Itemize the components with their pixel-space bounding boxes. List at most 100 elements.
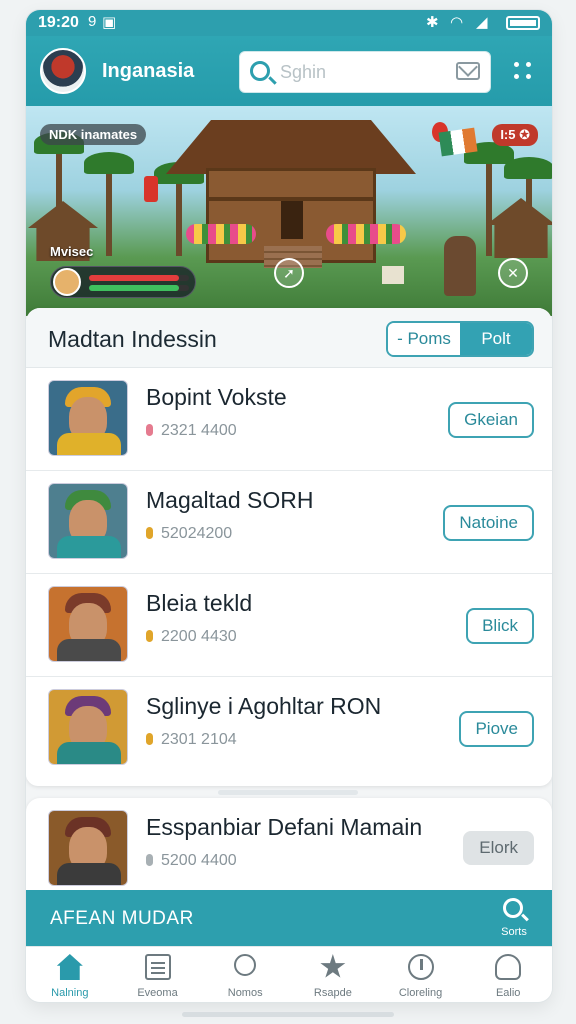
app-notification-icon: ▣ xyxy=(102,14,117,31)
house-roof xyxy=(166,120,416,174)
player-thumbnail xyxy=(48,483,128,559)
app-header: Inganasia xyxy=(26,36,552,116)
health-bar xyxy=(89,275,189,281)
flowers xyxy=(326,224,406,244)
status-bar: 19:20 9 ▣ ✱ ◠ ◢ xyxy=(26,10,552,36)
thumb-scarf xyxy=(57,433,121,455)
drop-icon xyxy=(146,630,153,642)
home-indicator xyxy=(182,1012,394,1017)
player-meta: 2200 4430 xyxy=(146,628,237,646)
drop-icon xyxy=(146,733,153,745)
statue xyxy=(444,236,476,296)
notification-icon: 9 xyxy=(88,13,97,30)
phone-frame: 19:20 9 ▣ ✱ ◠ ◢ Inganasia Sghin NDK inam… xyxy=(26,10,552,1002)
search-input[interactable] xyxy=(280,60,440,84)
hut xyxy=(486,198,552,258)
drop-icon xyxy=(146,854,153,866)
energy-fill xyxy=(89,285,179,291)
nav-label: Nomos xyxy=(227,987,263,999)
list-item[interactable]: Sglinye i Agohltar RON 2301 2104 Piove xyxy=(26,677,552,780)
search-icon[interactable] xyxy=(250,61,270,81)
game-banner[interactable]: NDK inamates I:5 ✪ Mvisec ➚ ✕ xyxy=(26,106,552,316)
player-name: Sglinye i Agohltar RON xyxy=(146,693,382,719)
nav-label: Rsapde xyxy=(313,987,352,999)
palm-tree xyxy=(154,162,204,256)
player-thumbnail xyxy=(48,689,128,765)
thumb-scarf xyxy=(57,863,121,885)
drop-icon xyxy=(146,424,153,436)
player-status xyxy=(50,266,196,298)
player-name: Bopint Vokste xyxy=(146,384,287,410)
search-icon xyxy=(503,898,523,918)
battery-icon xyxy=(506,16,540,30)
nav-item-nalning[interactable]: Nalning xyxy=(26,947,114,1002)
drag-handle[interactable] xyxy=(218,790,358,795)
player-meta: 5200 4400 xyxy=(146,852,237,870)
drop-icon xyxy=(146,527,153,539)
player-name: Esspanbiar Defani Mamain xyxy=(146,814,423,840)
avatar[interactable] xyxy=(40,48,86,94)
lantern xyxy=(144,176,158,202)
card-header: Madtan Indessin - Poms Polt xyxy=(26,308,552,368)
menu-dots-icon[interactable] xyxy=(512,60,534,82)
banner-tag: NDK inamates xyxy=(40,124,147,145)
player-thumbnail xyxy=(48,380,128,456)
row-action-button-disabled[interactable]: Elork xyxy=(463,831,534,865)
list-item[interactable]: Bleia tekld 2200 4430 Blick xyxy=(26,574,552,677)
row-action-button[interactable]: Blick xyxy=(466,608,534,644)
health-fill xyxy=(89,275,179,281)
promo-text: AFEAN MUDAR xyxy=(50,908,194,929)
player-name: Bleia tekld xyxy=(146,590,253,616)
row-action-button[interactable]: Natoine xyxy=(443,505,534,541)
view-toggle[interactable]: - Poms Polt xyxy=(386,321,534,357)
thumb-scarf xyxy=(57,742,121,764)
player-name: Magaltad SORH xyxy=(146,487,314,513)
energy-bar xyxy=(89,285,189,291)
thumb-scarf xyxy=(57,639,121,661)
nav-label: Cloreling xyxy=(398,987,443,999)
bottom-nav: Nalning Eveoma Nomos Rsapde Cloreling Ea… xyxy=(26,946,552,1002)
player-meta: 52024200 xyxy=(146,525,232,543)
star-icon xyxy=(320,954,346,978)
toggle-option-poms[interactable]: - Poms xyxy=(388,323,460,355)
row-action-button[interactable]: Piove xyxy=(459,711,534,747)
home-icon xyxy=(56,954,83,980)
promo-search-label: Sorts xyxy=(501,926,527,938)
app-title: Inganasia xyxy=(102,60,195,82)
player-meta: 2301 2104 xyxy=(146,731,237,749)
flowers xyxy=(186,224,256,244)
player-avatar xyxy=(53,268,81,296)
player-meta: 2321 4400 xyxy=(146,422,237,440)
list-item[interactable]: Magaltad SORH 52024200 Natoine xyxy=(26,471,552,574)
search-icon xyxy=(234,954,257,976)
toggle-option-polt[interactable]: Polt xyxy=(460,323,532,355)
banner-badge[interactable]: I:5 ✪ xyxy=(492,124,538,146)
mail-icon[interactable] xyxy=(456,62,480,80)
bluetooth-icon: ✱ xyxy=(426,14,439,31)
search-bar[interactable] xyxy=(239,51,491,93)
palm-tree xyxy=(84,152,134,256)
nav-item-ealio[interactable]: Ealio xyxy=(464,947,552,1002)
sign xyxy=(382,266,404,284)
list-item[interactable]: Bopint Vokste 2321 4400 Gkeian xyxy=(26,368,552,471)
promo-bar[interactable]: AFEAN MUDAR Sorts xyxy=(26,890,552,946)
row-action-button[interactable]: Gkeian xyxy=(448,402,534,438)
close-icon[interactable]: ✕ xyxy=(498,258,528,288)
nav-item-nomos[interactable]: Nomos xyxy=(201,947,289,1002)
flag xyxy=(438,127,478,157)
player-list-card: Madtan Indessin - Poms Polt Bopint Vokst… xyxy=(26,308,552,786)
nav-label: Nalning xyxy=(51,987,89,999)
clock-icon xyxy=(407,954,434,980)
signal-icon: ◢ xyxy=(476,14,488,31)
promo-search-button[interactable]: Sorts xyxy=(494,896,534,940)
document-icon xyxy=(144,954,171,980)
nav-label: Eveoma xyxy=(137,987,178,999)
palm-tree xyxy=(464,142,514,256)
status-time: 19:20 xyxy=(38,14,79,31)
share-icon[interactable]: ➚ xyxy=(274,258,304,288)
nav-item-rsapde[interactable]: Rsapde xyxy=(289,947,377,1002)
nav-item-eveoma[interactable]: Eveoma xyxy=(114,947,202,1002)
user-icon xyxy=(495,954,522,980)
wifi-icon: ◠ xyxy=(450,14,464,31)
nav-item-cloreling[interactable]: Cloreling xyxy=(377,947,465,1002)
